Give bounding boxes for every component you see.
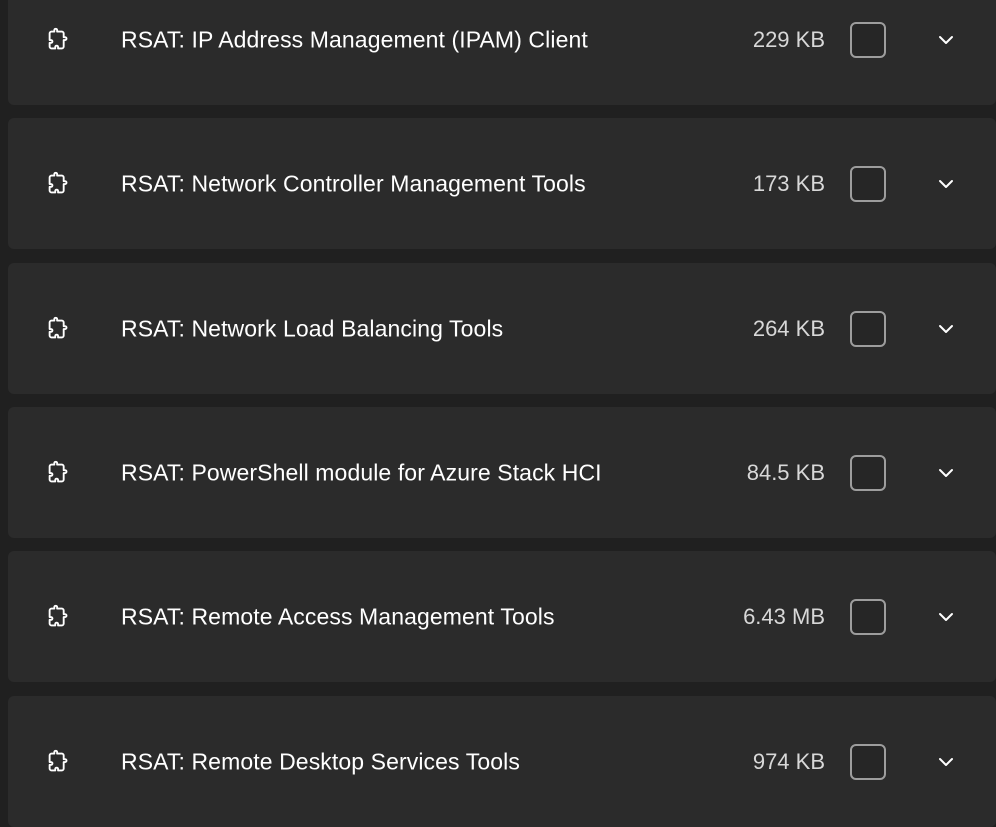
feature-name: RSAT: IP Address Management (IPAM) Clien…	[121, 26, 588, 52]
feature-name: RSAT: Network Controller Management Tool…	[121, 170, 586, 196]
feature-checkbox[interactable]	[850, 743, 886, 780]
optional-features-list: RSAT: IP Address Management (IPAM) Clien…	[0, 0, 996, 827]
chevron-down-icon[interactable]	[934, 172, 958, 196]
puzzle-icon	[44, 25, 74, 55]
feature-size: 84.5 KB	[746, 459, 825, 485]
chevron-down-icon[interactable]	[934, 605, 958, 629]
feature-name: RSAT: Network Load Balancing Tools	[121, 315, 504, 341]
feature-size: 974 KB	[752, 748, 825, 774]
feature-name: RSAT: PowerShell module for Azure Stack …	[121, 459, 602, 485]
feature-checkbox[interactable]	[850, 454, 886, 491]
feature-item[interactable]: RSAT: Remote Desktop Services Tools 974 …	[8, 696, 996, 827]
puzzle-icon	[44, 314, 74, 344]
chevron-down-icon[interactable]	[934, 28, 958, 52]
feature-checkbox[interactable]	[850, 165, 886, 202]
feature-item[interactable]: RSAT: IP Address Management (IPAM) Clien…	[8, 0, 996, 105]
feature-item[interactable]: RSAT: Network Load Balancing Tools 264 K…	[8, 263, 996, 394]
puzzle-icon	[44, 747, 74, 777]
feature-checkbox[interactable]	[850, 21, 886, 58]
chevron-down-icon[interactable]	[934, 461, 958, 485]
feature-item[interactable]: RSAT: PowerShell module for Azure Stack …	[8, 407, 996, 538]
feature-name: RSAT: Remote Desktop Services Tools	[121, 748, 520, 774]
feature-size: 264 KB	[752, 315, 825, 341]
feature-size: 6.43 MB	[743, 603, 825, 629]
feature-size: 173 KB	[752, 170, 825, 196]
chevron-down-icon[interactable]	[934, 317, 958, 341]
puzzle-icon	[44, 458, 74, 488]
feature-checkbox[interactable]	[850, 598, 886, 635]
feature-item[interactable]: RSAT: Remote Access Management Tools 6.4…	[8, 551, 996, 682]
feature-name: RSAT: Remote Access Management Tools	[121, 603, 555, 629]
feature-checkbox[interactable]	[850, 310, 886, 347]
feature-item[interactable]: RSAT: Network Controller Management Tool…	[8, 118, 996, 249]
chevron-down-icon[interactable]	[934, 750, 958, 774]
feature-size: 229 KB	[752, 26, 825, 52]
puzzle-icon	[44, 602, 74, 632]
puzzle-icon	[44, 169, 74, 199]
